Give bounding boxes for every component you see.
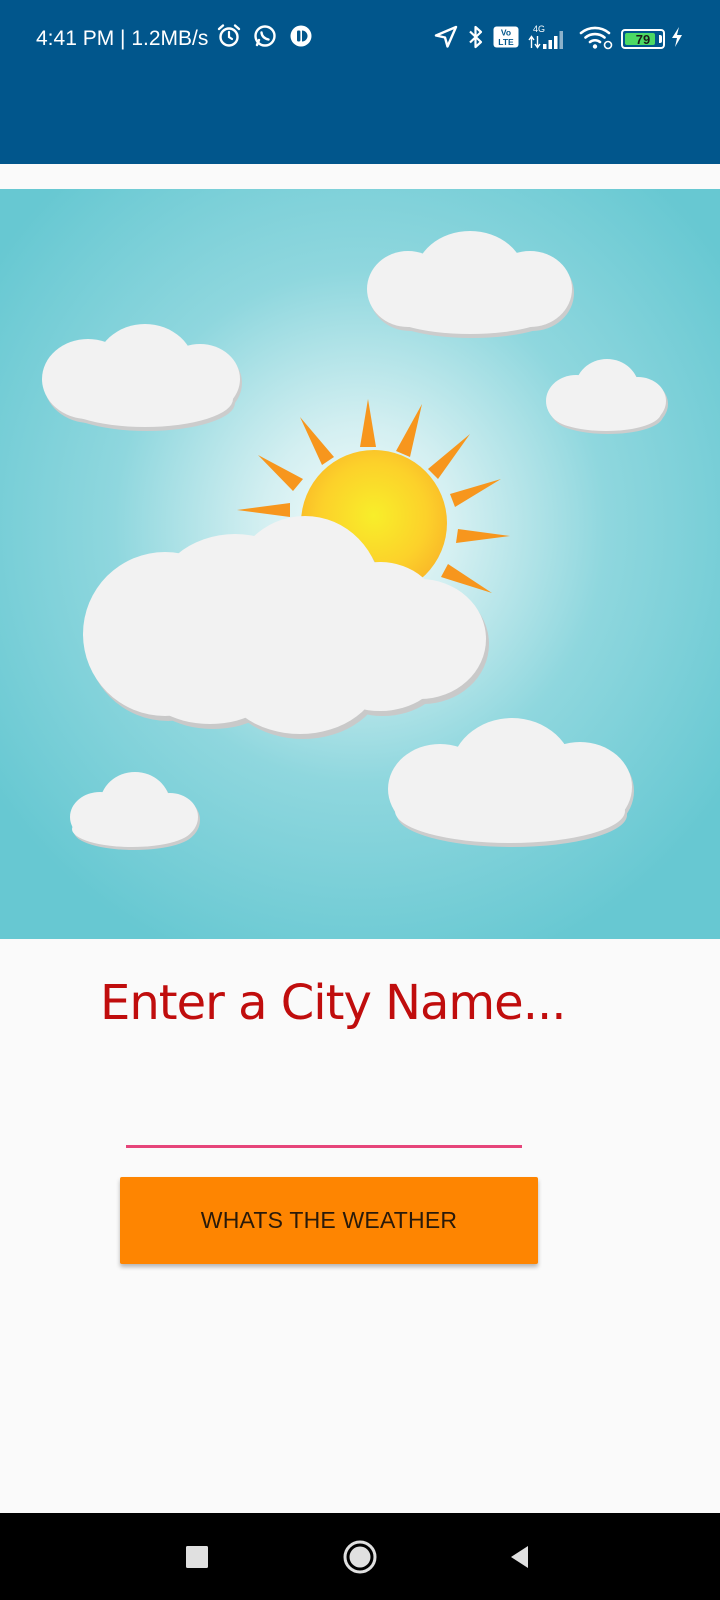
recents-icon (186, 1546, 208, 1568)
home-button[interactable] (336, 1533, 384, 1581)
city-input[interactable] (126, 1078, 522, 1148)
charging-icon (670, 26, 684, 52)
battery-level: 79 (635, 31, 651, 47)
recents-button[interactable] (173, 1533, 221, 1581)
svg-text:LTE: LTE (498, 37, 514, 47)
status-bar: 4:41 PM | 1.2MB/s Vo LTE 4G 79 (0, 0, 720, 78)
wifi-icon (579, 24, 613, 54)
bluetooth-icon (467, 24, 485, 54)
svg-text:4G: 4G (533, 24, 545, 34)
back-button[interactable] (496, 1533, 544, 1581)
app-bar: 4:41 PM | 1.2MB/s Vo LTE 4G 79 (0, 0, 720, 164)
back-icon (511, 1546, 528, 1568)
status-left: 4:41 PM | 1.2MB/s (36, 22, 314, 56)
weather-illustration (0, 189, 720, 939)
whats-the-weather-button[interactable]: WHATS THE WEATHER (120, 1177, 538, 1264)
status-right: Vo LTE 4G 79 (433, 22, 684, 56)
prompt-title: Enter a City Name... (100, 975, 566, 1031)
signal-icon: 4G (527, 23, 571, 55)
alarm-icon (216, 23, 242, 55)
app-icon (288, 23, 314, 55)
home-icon (343, 1540, 377, 1574)
status-time: 4:41 PM | 1.2MB/s (36, 27, 209, 50)
volte-icon: Vo LTE (493, 26, 519, 52)
navigation-bar (0, 1513, 720, 1600)
battery-icon: 79 (621, 29, 665, 49)
location-icon (433, 24, 459, 54)
whatsapp-icon (252, 23, 278, 55)
svg-text:Vo: Vo (501, 28, 511, 38)
